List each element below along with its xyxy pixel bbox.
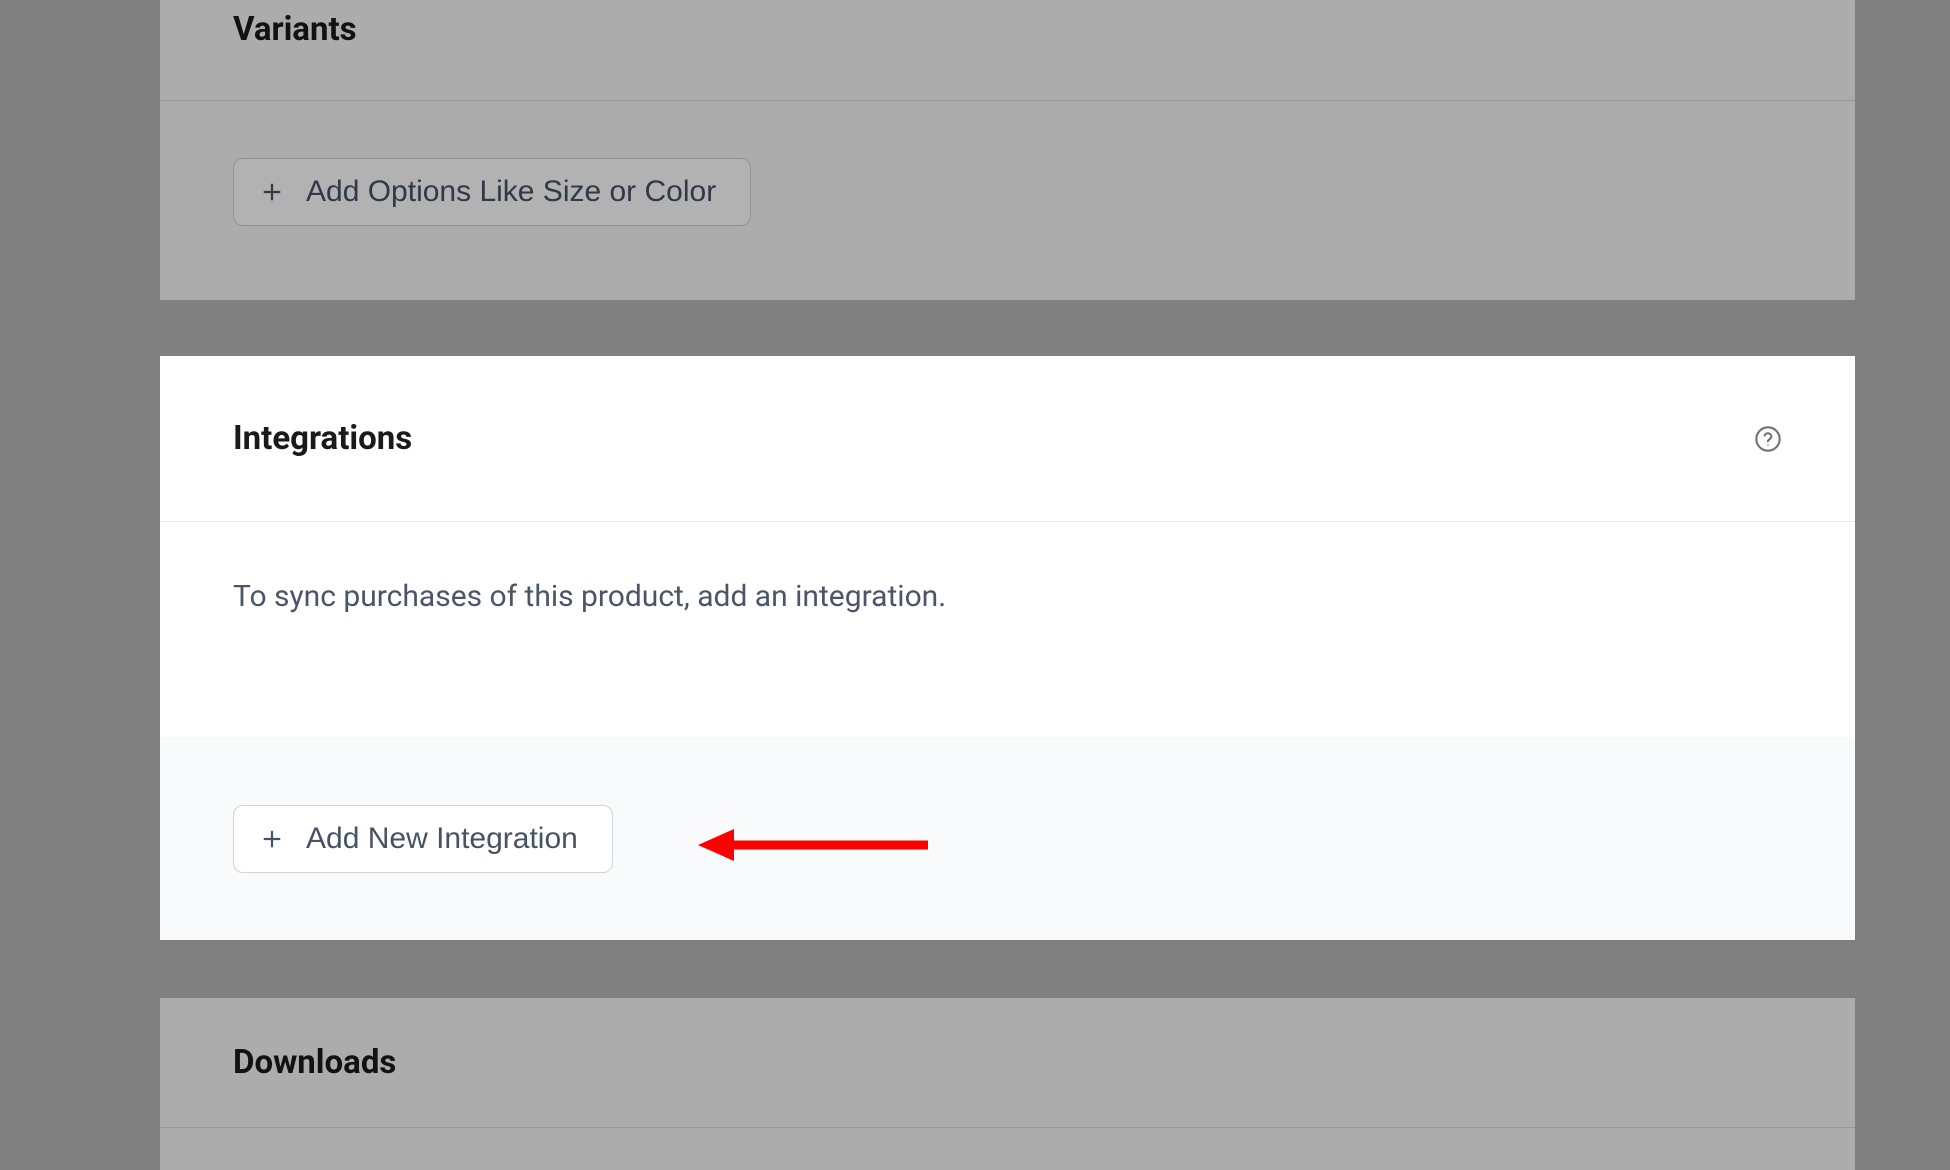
add-new-integration-label: Add New Integration: [306, 824, 578, 854]
integrations-description: To sync purchases of this product, add a…: [233, 579, 1782, 614]
variants-header: Variants: [160, 0, 1855, 100]
integrations-header: Integrations: [160, 356, 1855, 522]
integrations-body: To sync purchases of this product, add a…: [160, 522, 1855, 737]
integrations-section: Integrations To sync purchases of this p…: [160, 356, 1855, 940]
plus-icon: [260, 181, 284, 203]
downloads-title: Downloads: [233, 1043, 396, 1082]
downloads-header: Downloads: [160, 998, 1855, 1128]
downloads-section: Downloads: [160, 998, 1855, 1170]
add-options-button[interactable]: Add Options Like Size or Color: [233, 158, 751, 226]
add-options-label: Add Options Like Size or Color: [306, 177, 716, 207]
integrations-footer: Add New Integration: [160, 737, 1855, 940]
plus-icon: [260, 828, 284, 850]
integrations-title: Integrations: [233, 419, 412, 458]
help-circle-icon[interactable]: [1754, 425, 1782, 453]
variants-body: Add Options Like Size or Color: [160, 100, 1855, 300]
variants-section: Variants Add Options Like Size or Color: [160, 0, 1855, 300]
variants-title: Variants: [233, 10, 357, 49]
add-new-integration-button[interactable]: Add New Integration: [233, 805, 613, 873]
